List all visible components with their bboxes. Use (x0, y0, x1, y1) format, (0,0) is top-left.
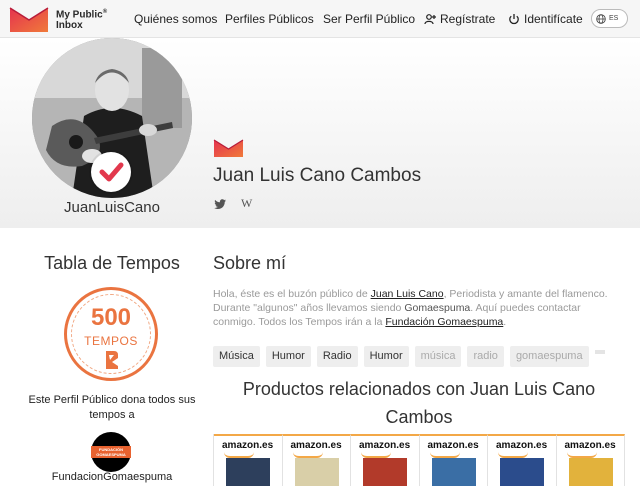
tag-musica[interactable]: Música (213, 346, 260, 367)
product-card[interactable]: amazon.es (282, 434, 351, 486)
tag-radio[interactable]: Radio (316, 346, 358, 367)
nav-registrate[interactable]: Regístrate (424, 0, 495, 38)
verified-badge (91, 152, 131, 192)
product-list: amazon.es amazon.es amazon.es amazon.es amaz… (213, 434, 625, 486)
username: JuanLuisCano (64, 199, 160, 216)
verified-check-icon (95, 156, 127, 188)
nav-ser-perfil-publico[interactable]: Ser Perfil Público (323, 0, 415, 38)
tag-humor-2[interactable]: Humor (363, 346, 409, 367)
juan-luis-cano-link[interactable]: Juan Luis Cano (371, 288, 444, 300)
product-card[interactable]: amazon.es (419, 434, 488, 486)
amazon-logo: amazon.es (359, 440, 411, 458)
product-card[interactable]: amazon.es (214, 434, 283, 486)
amazon-logo: amazon.es (496, 440, 548, 458)
product-card[interactable]: amazon.es (488, 434, 557, 486)
tempos-number: 500 (90, 304, 132, 331)
dona-text: Este Perfil Público dona todos sus tempo… (28, 394, 196, 421)
social-links: W (213, 196, 252, 211)
nav-identificate[interactable]: Identifícate (508, 0, 583, 38)
logo-text: My Public® Inbox (56, 8, 108, 32)
fundacion-gomaespuma-link[interactable]: Fundación Gomaespuma (385, 316, 503, 328)
book-cover (431, 458, 476, 486)
add-user-icon (424, 14, 436, 25)
amazon-logo: amazon.es (564, 440, 616, 458)
power-icon (509, 14, 519, 25)
envelope-logo-icon (9, 7, 49, 32)
foundation-name[interactable]: FundacionGomaespuma (0, 471, 224, 483)
nav-link-label[interactable]: Quiénes somos (134, 12, 217, 26)
foundation-logo-text: FUNDACIÓN GOMAESPUMA (91, 446, 131, 458)
language-code: ES (609, 15, 619, 22)
top-navbar: My Public® Inbox Quiénes somos Perfiles … (0, 0, 640, 38)
globe-icon (596, 13, 606, 24)
tag-musica-lower[interactable]: música (414, 346, 462, 367)
productos-title: Productos relacionados con Juan Luis Can… (242, 379, 596, 427)
tempos-hourglass-icon (106, 351, 118, 369)
nav-link-label[interactable]: Identifícate (524, 12, 583, 26)
sobre-mi-title: Sobre mí (213, 253, 287, 273)
nav-link-label[interactable]: Regístrate (440, 12, 495, 26)
nav-link-label[interactable]: Ser Perfil Público (323, 12, 415, 26)
book-cover (363, 458, 407, 486)
tempos-label: TEMPOS (84, 334, 138, 348)
tempos-counter: 500 TEMPOS (64, 287, 158, 381)
profile-full-name: Juan Luis Cano Cambos (213, 165, 422, 186)
twitter-icon[interactable] (213, 197, 227, 211)
gomaespuma-strong: Gomaespuma (404, 302, 471, 314)
book-cover (500, 458, 544, 486)
product-card[interactable]: amazon.es (556, 434, 625, 486)
tag-list: Música Humor Radio Humor música radio go… (213, 346, 605, 367)
book-cover (294, 458, 339, 486)
tag-overflow-indicator (594, 350, 605, 354)
brand-envelope-icon (213, 139, 244, 157)
wikipedia-link[interactable]: W (241, 196, 252, 211)
about-part-1: Hola, éste es el buzón público de (213, 288, 371, 300)
book-cover (226, 458, 270, 486)
fundacion-gomaespuma-logo[interactable]: FUNDACIÓN GOMAESPUMA (91, 432, 131, 472)
amazon-logo: amazon.es (427, 440, 479, 458)
about-text: Hola, éste es el buzón público de Juan L… (213, 287, 625, 329)
tag-humor[interactable]: Humor (265, 346, 311, 367)
amazon-logo: amazon.es (290, 440, 342, 458)
tag-radio-lower[interactable]: radio (467, 346, 504, 367)
my-public-inbox-logo[interactable]: My Public® Inbox (8, 4, 107, 34)
product-card[interactable]: amazon.es (351, 434, 420, 486)
amazon-logo: amazon.es (222, 440, 274, 458)
nav-link-label[interactable]: Perfiles Públicos (225, 12, 314, 26)
nav-perfiles-publicos[interactable]: Perfiles Públicos (225, 0, 314, 38)
nav-quienes-somos[interactable]: Quiénes somos (134, 0, 217, 38)
about-part-4: . (503, 316, 507, 328)
tag-gomaespuma[interactable]: gomaespuma (509, 346, 589, 367)
language-selector[interactable]: ES (591, 9, 628, 28)
tabla-de-tempos-title: Tabla de Tempos (44, 253, 180, 273)
book-cover (568, 458, 613, 486)
